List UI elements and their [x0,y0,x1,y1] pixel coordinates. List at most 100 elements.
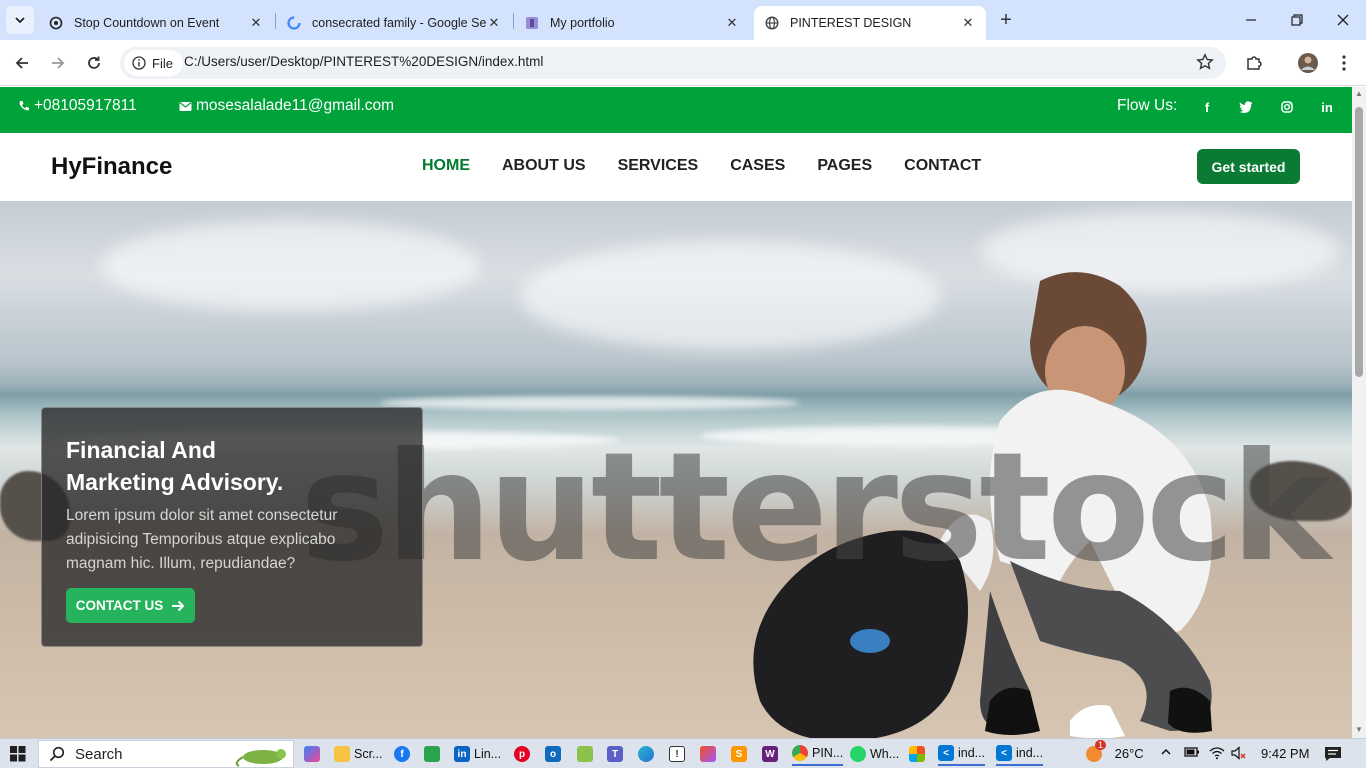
windows-start-icon[interactable] [10,746,26,767]
watermark-text: shutterstock [300,421,1331,595]
taskbar-pinterest[interactable]: p [514,742,530,766]
taskbar-excel[interactable] [577,742,593,766]
whatsapp-icon [850,746,866,762]
taskbar-vscode-2[interactable]: < ind... [996,742,1044,766]
contact-us-button[interactable]: CONTACT US [66,588,195,623]
reload-icon [88,56,100,69]
hero-description: Lorem ipsum dolor sit amet consectetur a… [66,507,338,572]
contact-us-label: CONTACT US [75,598,164,613]
taskbar-office[interactable] [909,742,925,766]
taskbar-outlook[interactable]: o [545,742,561,766]
taskbar-app-label: Scr... [354,747,383,761]
site-logo[interactable]: HyFinance [51,153,172,181]
scroll-down-icon[interactable]: ▼ [1355,726,1363,734]
taskbar-app-label: Lin... [474,747,502,761]
tab-strip: Stop Countdown on Event ✕ consecrated fa… [0,0,1366,40]
taskbar-copilot[interactable] [304,742,320,766]
notepad-icon: ! [669,746,685,762]
tab-search-button[interactable] [6,6,34,34]
taskbar-vscode-1[interactable]: < ind... [938,742,986,766]
taskbar-app-label: PIN... [812,746,844,760]
taskbar-notepad[interactable]: ! [669,742,685,766]
tab-title: consecrated family - Google Se [312,16,486,30]
taskbar-sublime[interactable]: S [731,742,747,766]
notifications-icon[interactable] [1324,746,1342,765]
taskbar-facebook[interactable]: f [394,742,410,766]
hero-section: shutterstock Financial And Marketing Adv… [0,201,1352,738]
get-started-button[interactable]: Get started [1197,149,1300,184]
nav-cases[interactable]: CASES [730,157,785,175]
arrow-right-icon [172,600,185,611]
hero-card: Financial And Marketing Advisory. Lorem … [41,407,423,647]
chrome-icon [792,745,808,761]
back-button[interactable] [8,49,36,77]
web-page: +08105917811 mosesalalade11@gmail.com Fl… [0,87,1352,738]
arrow-right-icon [52,57,65,69]
restore-icon [1291,14,1303,26]
sublime-icon: S [731,746,747,762]
taskbar-teams[interactable]: T [607,742,623,766]
url-text[interactable]: C:/Users/user/Desktop/PINTEREST%20DESIGN… [184,54,543,69]
bookmark-star-icon[interactable] [1196,53,1214,76]
tab-title: My portfolio [550,16,615,30]
wifi-icon[interactable] [1209,746,1225,763]
nav-pages[interactable]: PAGES [817,157,872,175]
weather-widget[interactable]: 1 26°C [1083,740,1144,764]
nav-about-us[interactable]: ABOUT US [502,157,586,175]
phone-contact[interactable]: +08105917811 [18,97,137,115]
scroll-up-icon[interactable]: ▲ [1355,90,1363,98]
tab-google-search[interactable]: consecrated family - Google Se ✕ [276,6,512,40]
minimize-button[interactable] [1228,0,1274,40]
globe-icon [764,15,780,31]
browser-menu-button[interactable] [1330,49,1358,77]
linkedin-icon[interactable]: in [1315,95,1339,119]
close-icon[interactable]: ✕ [486,15,502,31]
profile-avatar[interactable] [1294,49,1322,77]
twitter-icon[interactable] [1234,95,1258,119]
nav-contact[interactable]: CONTACT [904,157,981,175]
weather-badge: 1 [1095,740,1107,750]
reload-button[interactable] [80,49,108,77]
teams-icon: T [607,746,623,762]
folder-icon [334,746,350,762]
tab-my-portfolio[interactable]: My portfolio ✕ [514,6,750,40]
nav-home[interactable]: HOME [422,157,470,175]
taskbar-search-box[interactable]: Search [38,740,294,768]
email-contact[interactable]: mosesalalade11@gmail.com [179,97,394,115]
linkedin-icon: in [454,746,470,762]
page-scrollbar[interactable]: ▲ ▼ [1352,87,1366,738]
taskbar-visual-studio[interactable]: W [762,742,778,766]
address-bar[interactable]: File C:/Users/user/Desktop/PINTEREST%20D… [120,47,1226,79]
taskbar-whatsapp[interactable]: Wh... [850,742,899,766]
taskbar-figma[interactable] [700,742,716,766]
scheme-label: File [152,55,173,71]
close-window-button[interactable] [1320,0,1366,40]
search-icon [49,746,65,762]
tab-pinterest-design[interactable]: PINTEREST DESIGN ✕ [754,6,986,40]
chevron-up-icon[interactable] [1160,746,1172,761]
taskbar-chrome[interactable]: PIN... [792,742,844,766]
nav-services[interactable]: SERVICES [618,157,699,175]
scrollbar-thumb[interactable] [1355,107,1363,377]
close-icon[interactable]: ✕ [724,15,740,31]
taskbar-edge[interactable] [638,742,654,766]
restore-button[interactable] [1274,0,1320,40]
new-tab-button[interactable]: + [994,8,1018,32]
site-info-chip[interactable]: File [124,50,183,76]
volume-muted-icon[interactable] [1231,746,1247,763]
extensions-button[interactable] [1240,49,1268,77]
instagram-icon[interactable] [1275,95,1299,119]
taskbar-store[interactable] [424,742,440,766]
close-icon[interactable]: ✕ [248,15,264,31]
avatar-icon [1298,53,1318,73]
clock[interactable]: 9:42 PM [1261,746,1309,761]
close-icon[interactable]: ✕ [960,15,976,31]
follow-label: Flow Us: [1117,97,1178,114]
search-label: Search [75,745,123,763]
taskbar-linkedin[interactable]: in Lin... [454,742,501,766]
battery-icon[interactable] [1184,746,1200,761]
tab-stop-countdown[interactable]: Stop Countdown on Event ✕ [38,6,274,40]
forward-button[interactable] [44,49,72,77]
taskbar-file-explorer[interactable]: Scr... [334,742,382,766]
facebook-icon[interactable]: f [1195,95,1219,119]
